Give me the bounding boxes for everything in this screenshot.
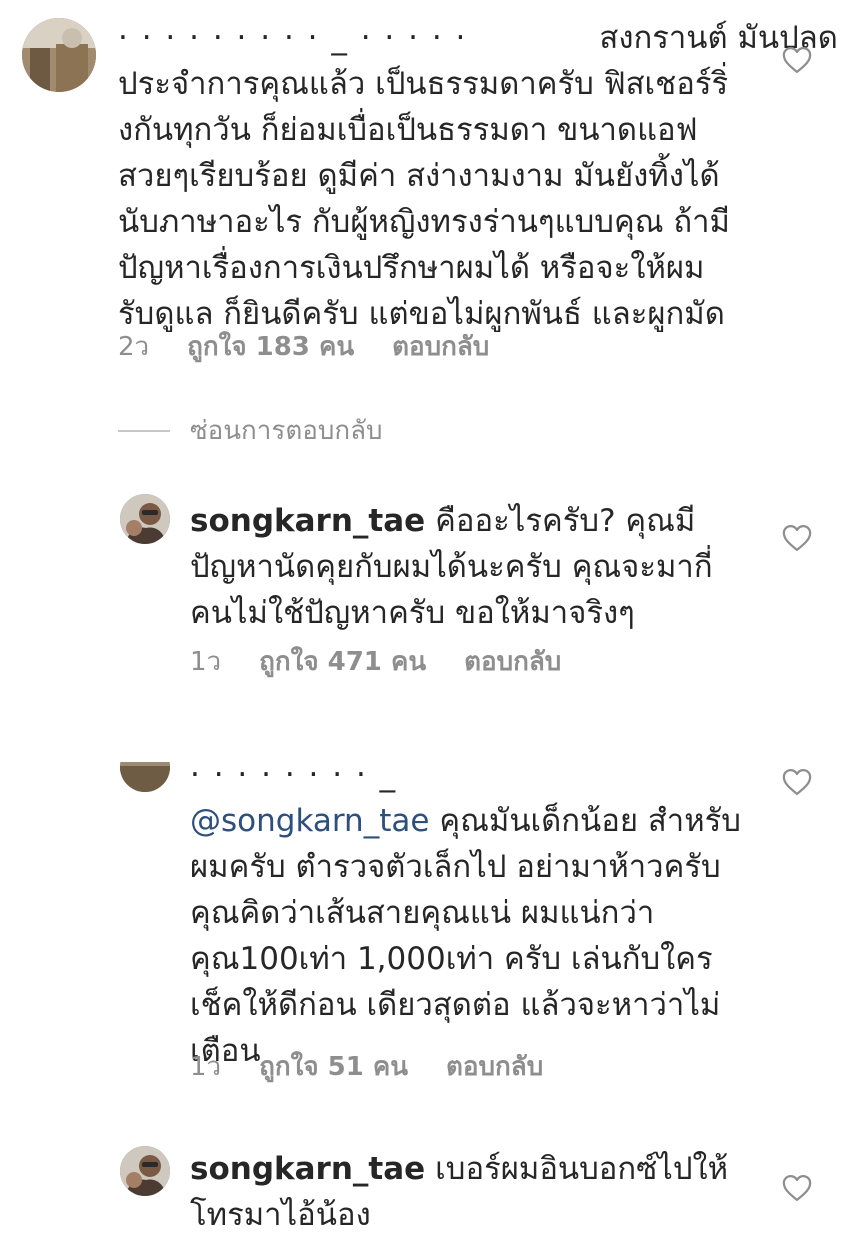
like-button[interactable] xyxy=(782,1174,812,1202)
heart-outline-icon xyxy=(782,47,812,73)
reply-username[interactable]: songkarn_tae xyxy=(190,1151,425,1187)
mention-link[interactable]: @songkarn_tae xyxy=(190,803,429,839)
reply-text: songkarn_tae คืออะไรครับ? คุณมี ปัญหานัดคุ… xyxy=(190,503,713,631)
avatar-image xyxy=(120,494,170,544)
hide-replies-label: ซ่อนการตอบกลับ xyxy=(190,416,383,446)
avatar-image xyxy=(120,1146,170,1196)
heart-outline-icon xyxy=(782,525,812,551)
reply-username[interactable]: songkarn_tae xyxy=(190,503,425,539)
avatar[interactable] xyxy=(22,18,96,92)
comment-time: 2ว xyxy=(118,332,150,362)
heart-outline-icon xyxy=(782,1175,812,1201)
avatar-image xyxy=(120,762,170,792)
reply-text: songkarn_tae เบอร์ผมอินบอกซ์ไปให้ โทรมาไอ้… xyxy=(190,1151,729,1233)
reply-time: 1ว xyxy=(190,1052,222,1082)
hide-replies-toggle[interactable]: ซ่อนการตอบกลับ xyxy=(118,410,383,451)
reply-meta: 1ว ถูกใจ 51 คน ตอบกลับ xyxy=(190,1046,581,1087)
comment-meta: 2ว ถูกใจ 183 คน ตอบกลับ xyxy=(118,326,527,367)
avatar[interactable] xyxy=(120,494,170,544)
avatar-image xyxy=(22,18,96,92)
heart-outline-icon xyxy=(782,769,812,795)
reply-likes[interactable]: ถูกใจ 51 คน xyxy=(259,1046,408,1087)
divider-line xyxy=(118,429,170,432)
reply-username[interactable]: · · · · · · · · _ xyxy=(190,752,397,798)
reply-time: 1ว xyxy=(190,647,222,677)
reply-text: · · · · · · · · _ @songkarn_tae คุณมันเด็ก… xyxy=(190,752,780,1074)
like-button[interactable] xyxy=(782,524,812,552)
comment-text: · · · · · · · · · _ · · · · · สงกรานต์ มั… xyxy=(118,15,838,337)
avatar[interactable] xyxy=(120,762,170,792)
like-button[interactable] xyxy=(782,768,812,796)
comment-likes[interactable]: ถูกใจ 183 คน xyxy=(187,326,354,367)
avatar[interactable] xyxy=(120,1146,170,1196)
reply-button[interactable]: ตอบกลับ xyxy=(464,641,561,682)
comment-username[interactable]: · · · · · · · · · _ · · · · · xyxy=(118,15,467,61)
like-button[interactable] xyxy=(782,46,812,74)
reply-button[interactable]: ตอบกลับ xyxy=(446,1046,543,1087)
reply-meta: 1ว ถูกใจ 471 คน ตอบกลับ xyxy=(190,641,599,682)
reply-button[interactable]: ตอบกลับ xyxy=(392,326,489,367)
reply-likes[interactable]: ถูกใจ 471 คน xyxy=(259,641,426,682)
